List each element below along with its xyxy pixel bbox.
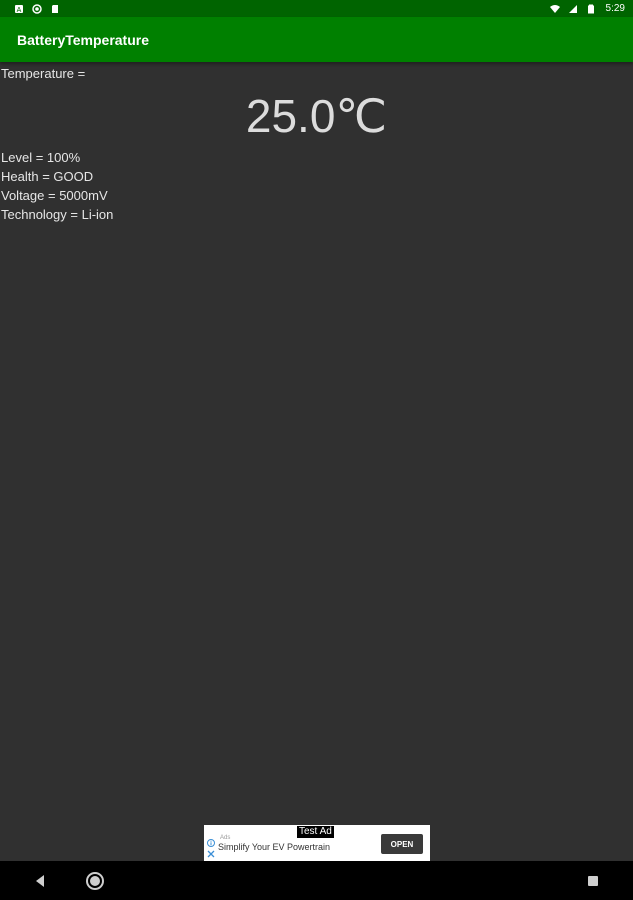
ad-banner[interactable]: Test Ad Ads Simplify Your EV Powertrain … — [204, 825, 430, 861]
notification-a-icon: A — [14, 4, 24, 14]
temperature-label: Temperature = — [1, 66, 86, 81]
back-icon[interactable] — [30, 871, 50, 891]
ad-advertiser: Ads — [220, 835, 231, 841]
signal-icon — [568, 4, 578, 14]
ad-open-button[interactable]: OPEN — [381, 834, 423, 854]
status-left: A — [14, 3, 60, 14]
svg-text:A: A — [17, 7, 22, 14]
test-ad-tag: Test Ad — [297, 826, 334, 838]
wifi-icon — [549, 4, 560, 14]
circle-notification-icon — [32, 3, 42, 14]
battery-icon — [586, 4, 596, 14]
app-bar: BatteryTemperature — [0, 17, 633, 62]
temperature-value: 25.0℃ — [245, 90, 388, 142]
sim-card-icon — [50, 4, 60, 14]
battery-voltage: Voltage = 5000mV — [1, 188, 108, 203]
battery-level: Level = 100% — [1, 150, 81, 165]
recents-icon[interactable] — [583, 871, 603, 891]
app-title: BatteryTemperature — [17, 31, 150, 48]
home-icon[interactable] — [85, 871, 105, 891]
status-right: 5:29 — [549, 3, 625, 14]
ad-close-icon[interactable] — [207, 850, 215, 858]
navigation-bar — [0, 861, 633, 900]
battery-technology: Technology = Li-ion — [1, 207, 114, 222]
status-bar: A 5:29 — [0, 0, 633, 17]
battery-health: Health = GOOD — [1, 169, 94, 184]
ad-info-icon[interactable] — [207, 839, 215, 847]
status-time: 5:29 — [605, 3, 625, 14]
ad-headline[interactable]: Simplify Your EV Powertrain — [218, 842, 330, 852]
